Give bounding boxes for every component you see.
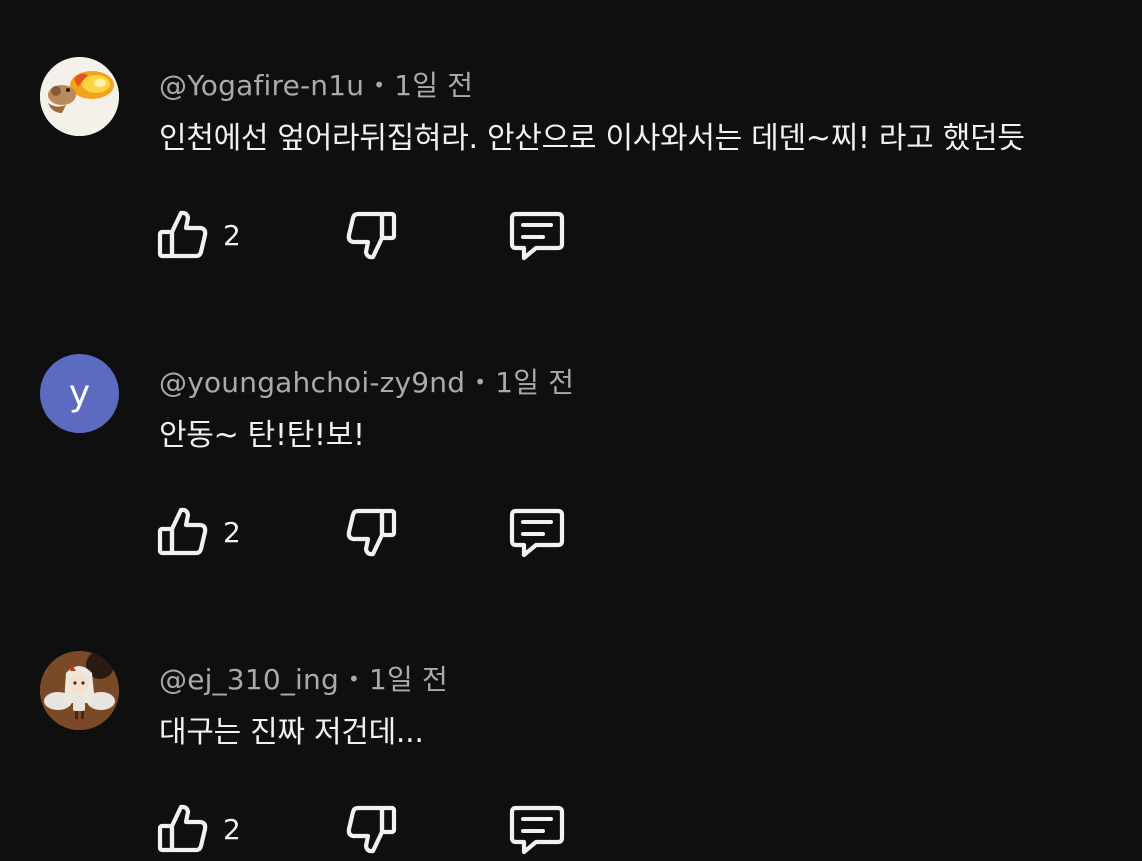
comment-meta: @Yogafire-n1u • 1일 전 xyxy=(159,64,473,104)
like-count: 2 xyxy=(223,515,241,549)
like-button[interactable]: 2 xyxy=(157,207,241,263)
avatar[interactable]: y xyxy=(40,354,119,433)
comment-icon xyxy=(509,211,565,261)
fire-dragon-avatar-icon xyxy=(40,57,119,136)
author-name[interactable]: @ej_310_ing xyxy=(159,663,339,696)
like-count: 2 xyxy=(223,218,241,252)
avatar[interactable] xyxy=(40,57,119,136)
comment-text: 안동~ 탄!탄!보! xyxy=(159,418,365,453)
meta-separator: • xyxy=(347,667,360,691)
comment-text: 대구는 진짜 저건데... xyxy=(159,715,424,750)
author-name[interactable]: @youngahchoi-zy9nd xyxy=(159,366,465,399)
reply-button[interactable] xyxy=(508,801,566,857)
meta-separator: • xyxy=(373,73,386,97)
angel-figure-avatar-icon xyxy=(40,651,119,730)
dislike-button[interactable] xyxy=(345,504,397,560)
thumb-down-icon xyxy=(346,805,397,854)
comment-actions: 2 xyxy=(157,801,577,857)
thumb-up-icon xyxy=(157,210,208,259)
comment-actions: 2 xyxy=(157,504,577,560)
reply-button[interactable] xyxy=(508,504,566,560)
comment-text: 인천에선 엎어라뒤집혀라. 안산으로 이사와서는 데덴~찌! 라고 했던듯 xyxy=(159,121,1025,156)
dislike-button[interactable] xyxy=(345,801,397,857)
dislike-button[interactable] xyxy=(345,207,397,263)
meta-separator: • xyxy=(474,370,487,394)
like-button[interactable]: 2 xyxy=(157,801,241,857)
like-count: 2 xyxy=(223,812,241,846)
comment-icon xyxy=(509,508,565,558)
comment-icon xyxy=(509,805,565,855)
like-button[interactable]: 2 xyxy=(157,504,241,560)
comment-meta: @youngahchoi-zy9nd • 1일 전 xyxy=(159,361,574,401)
thumb-down-icon xyxy=(346,508,397,557)
avatar[interactable] xyxy=(40,651,119,730)
comment-time: 1일 전 xyxy=(368,663,448,696)
avatar-letter: y xyxy=(68,372,91,414)
comment-actions: 2 xyxy=(157,207,577,263)
comment-time: 1일 전 xyxy=(394,69,474,102)
comment-time: 1일 전 xyxy=(495,366,575,399)
comment-meta: @ej_310_ing • 1일 전 xyxy=(159,658,448,698)
reply-button[interactable] xyxy=(508,207,566,263)
thumb-up-icon xyxy=(157,507,208,556)
thumb-down-icon xyxy=(346,211,397,260)
author-name[interactable]: @Yogafire-n1u xyxy=(159,69,364,102)
thumb-up-icon xyxy=(157,804,208,853)
